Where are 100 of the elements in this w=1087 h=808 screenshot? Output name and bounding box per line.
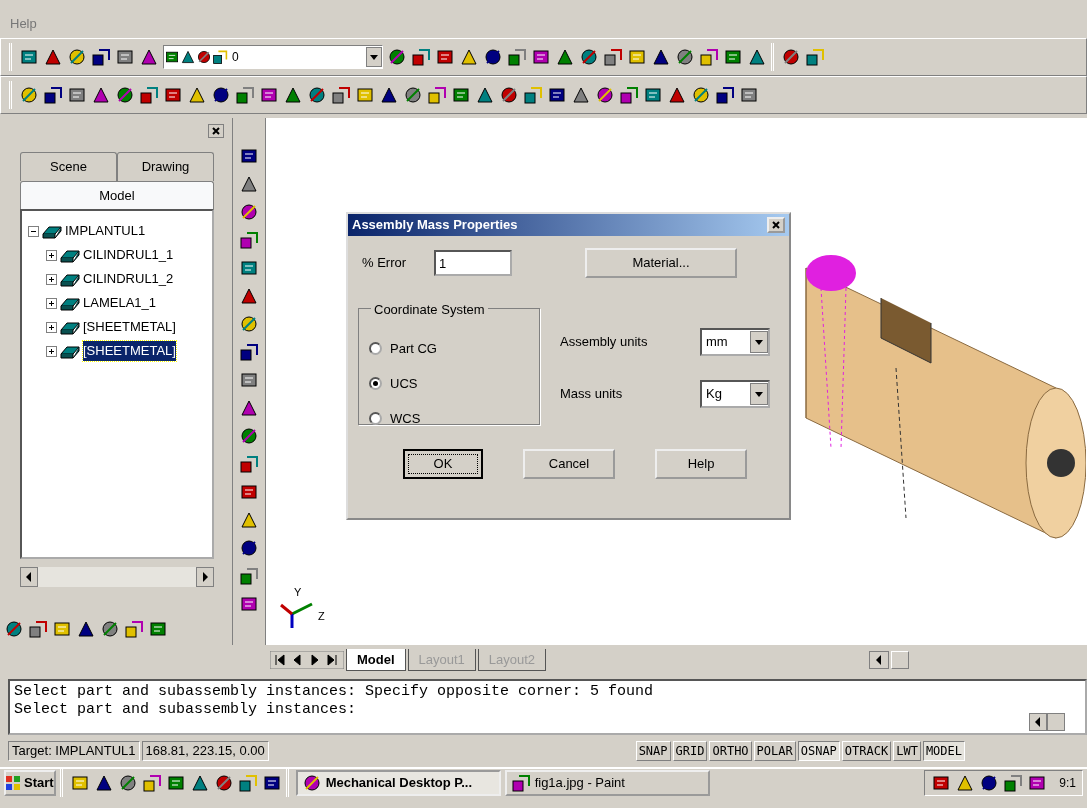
tool-icon[interactable] [239, 230, 259, 250]
tool-icon[interactable] [213, 773, 234, 793]
tool-icon[interactable] [579, 47, 599, 67]
tool-icon[interactable] [715, 85, 735, 105]
status-toggle[interactable]: SNAP [635, 741, 671, 761]
tool-icon[interactable] [259, 85, 279, 105]
tool-icon[interactable] [19, 47, 39, 67]
panel-tab[interactable]: Drawing [117, 152, 214, 181]
units-select[interactable]: Kg [700, 380, 770, 408]
tool-icon[interactable] [235, 85, 255, 105]
tool-icon[interactable] [301, 773, 322, 793]
radio-button[interactable] [369, 377, 382, 390]
tool-icon[interactable] [239, 510, 259, 530]
tool-icon[interactable] [239, 426, 259, 446]
tool-icon[interactable] [43, 85, 63, 105]
scroll-right-icon[interactable] [196, 567, 214, 587]
tool-icon[interactable] [403, 85, 423, 105]
tool-icon[interactable] [189, 773, 210, 793]
radio-button[interactable] [369, 342, 382, 355]
tool-icon[interactable] [28, 619, 48, 639]
tool-icon[interactable] [603, 47, 623, 67]
tool-icon[interactable] [91, 47, 111, 67]
tool-icon[interactable] [76, 619, 96, 639]
tool-icon[interactable] [805, 47, 825, 67]
tool-icon[interactable] [239, 538, 259, 558]
tool-icon[interactable] [148, 619, 168, 639]
tool-icon[interactable] [239, 174, 259, 194]
tool-icon[interactable] [651, 47, 671, 67]
tool-icon[interactable] [379, 85, 399, 105]
tool-icon[interactable] [117, 773, 138, 793]
tool-icon[interactable] [211, 85, 231, 105]
taskbar-button[interactable]: fig1a.jpg - Paint [504, 770, 710, 796]
tool-icon[interactable] [93, 773, 114, 793]
dialog-button[interactable]: OK [403, 449, 483, 479]
tool-icon[interactable] [619, 85, 639, 105]
tool-icon[interactable] [4, 619, 24, 639]
tool-icon[interactable] [239, 594, 259, 614]
tray-icon[interactable] [979, 773, 1000, 793]
tool-icon[interactable] [212, 49, 228, 65]
tool-icon[interactable] [115, 47, 135, 67]
tool-icon[interactable] [411, 47, 431, 67]
tray-icon[interactable] [1027, 773, 1048, 793]
radio-button[interactable] [369, 412, 382, 425]
tool-icon[interactable] [239, 342, 259, 362]
tool-icon[interactable] [239, 454, 259, 474]
tool-icon[interactable] [239, 286, 259, 306]
dialog-button[interactable]: Cancel [523, 449, 615, 479]
tray-icon[interactable] [931, 773, 952, 793]
tree-item[interactable]: IMPLANTUL1 [65, 221, 146, 241]
tool-icon[interactable] [43, 47, 63, 67]
start-button[interactable]: Start [4, 770, 56, 796]
tool-icon[interactable] [164, 49, 180, 65]
tool-icon[interactable] [483, 47, 503, 67]
tool-icon[interactable] [239, 314, 259, 334]
tool-icon[interactable] [67, 47, 87, 67]
tool-icon[interactable] [239, 482, 259, 502]
tab-navigation-icon[interactable] [270, 651, 344, 669]
tool-icon[interactable] [571, 85, 591, 105]
panel-tab[interactable]: Model [20, 180, 214, 209]
expand-toggle-icon[interactable] [46, 273, 57, 285]
material-button[interactable]: Material... [585, 248, 737, 278]
layer-combo[interactable]: 0 [163, 45, 383, 69]
panel-tab[interactable]: Scene [20, 152, 117, 181]
tree-item[interactable]: CILINDRUL1_1 [83, 245, 174, 265]
status-toggle[interactable]: MODEL [922, 741, 965, 761]
tool-icon[interactable] [387, 47, 407, 67]
tool-icon[interactable] [459, 47, 479, 67]
tray-icon[interactable] [955, 773, 976, 793]
scroll-left-icon[interactable] [869, 651, 889, 669]
tool-icon[interactable] [187, 85, 207, 105]
tool-icon[interactable] [510, 773, 531, 793]
tool-icon[interactable] [507, 47, 527, 67]
tool-icon[interactable] [523, 85, 543, 105]
tool-icon[interactable] [451, 85, 471, 105]
tool-icon[interactable] [115, 85, 135, 105]
tool-icon[interactable] [163, 85, 183, 105]
tool-icon[interactable] [100, 619, 120, 639]
tool-icon[interactable] [667, 85, 687, 105]
tool-icon[interactable] [643, 85, 663, 105]
close-icon[interactable] [208, 124, 224, 138]
status-toggle[interactable]: OTRACK [841, 741, 892, 761]
tool-icon[interactable] [723, 47, 743, 67]
tool-icon[interactable] [499, 85, 519, 105]
tool-icon[interactable] [239, 146, 259, 166]
tool-icon[interactable] [239, 202, 259, 222]
tray-icon[interactable] [1003, 773, 1024, 793]
tool-icon[interactable] [555, 47, 575, 67]
tree-item[interactable]: [SHEETMETAL] [83, 317, 176, 337]
expand-toggle-icon[interactable] [46, 345, 57, 357]
close-button[interactable] [767, 217, 785, 233]
expand-toggle-icon[interactable] [46, 321, 57, 333]
tool-icon[interactable] [196, 49, 212, 65]
status-toggle[interactable]: OSNAP [797, 741, 840, 761]
taskbar-button[interactable]: Mechanical Desktop P... [295, 770, 501, 796]
tool-icon[interactable] [691, 85, 711, 105]
collapse-toggle-icon[interactable] [28, 225, 39, 237]
tool-icon[interactable] [239, 370, 259, 390]
tool-icon[interactable] [91, 85, 111, 105]
tool-icon[interactable] [747, 47, 767, 67]
tool-icon[interactable] [239, 398, 259, 418]
